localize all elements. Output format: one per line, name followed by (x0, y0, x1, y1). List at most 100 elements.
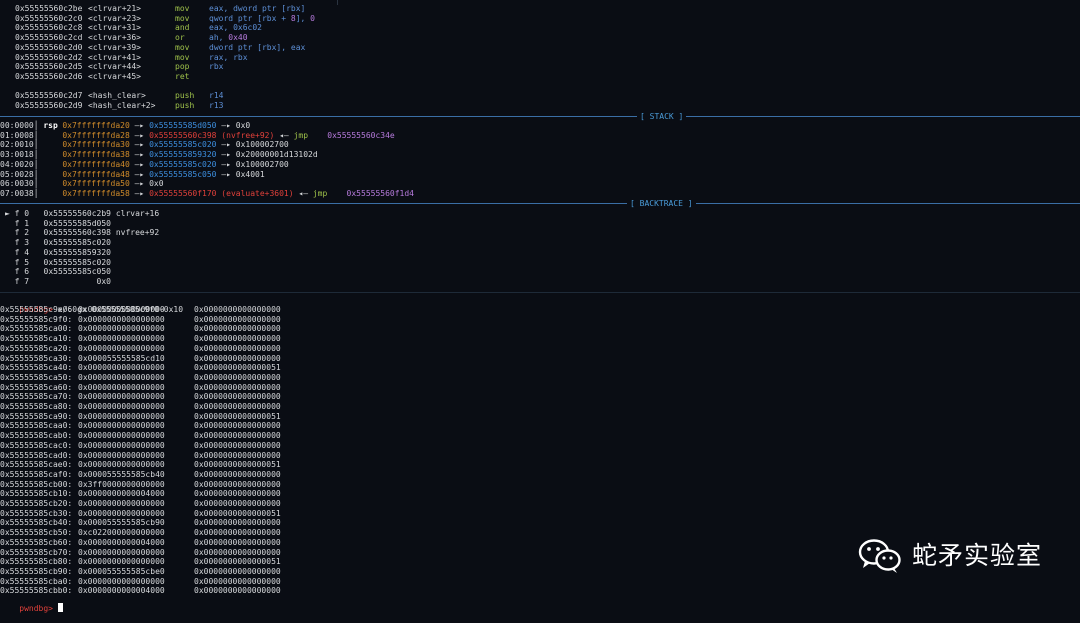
stack-divider: │ (33, 179, 44, 189)
disasm-operands: r13 (209, 101, 223, 111)
watermark: 蛇矛实验室 (858, 537, 1042, 575)
stack-offset: 01:0008 (0, 130, 34, 140)
disasm-operands: eax, dword ptr [rbx] (209, 4, 305, 14)
memory-word: 0x0000000000000000 (194, 450, 281, 460)
stack-jmp-target: 0x55555560c34e (327, 130, 395, 140)
memory-word: 0x0000000000000000 (194, 402, 281, 411)
stack-divider: │ (33, 150, 44, 160)
stack-register: rsp (43, 121, 58, 130)
operand: eax, 0x6c02 (209, 23, 262, 33)
memory-word: 0x0000000000000000 (194, 314, 281, 324)
frame-index: f 3 (14, 238, 30, 248)
disasm-operands: r14 (209, 91, 223, 101)
frame-index: f 2 (14, 228, 30, 238)
memory-word: 0x0000000000000000 (194, 305, 281, 314)
memory-word: 0x0000000000000000 (78, 421, 165, 431)
memory-address: 0x55555585ca70: (0, 392, 73, 402)
memory-word: 0x0000000000000000 (194, 382, 281, 392)
stack-jmp-target: 0x55555560f1d4 (346, 188, 414, 198)
memory-word: 0x0000000000000000 (78, 557, 165, 567)
disasm-mnemonic: mov (175, 42, 190, 52)
memory-word: 0x0000000000000000 (194, 440, 281, 450)
frame-address: 0x55555560c398 (43, 228, 111, 238)
memory-word: 0x0000000000000000 (194, 372, 281, 382)
stack-row: 00:0000│ rsp 0x7fffffffda20 —▸ 0x55555585… (0, 121, 250, 131)
memory-word: 0x0000000000000000 (78, 392, 165, 402)
stack-offset: 02:0010 (0, 140, 34, 150)
memory-address: 0x55555585c9f0: (0, 314, 73, 324)
stack-header: [ STACK ] (637, 112, 687, 122)
frame-symbol: clrvar+16 (115, 209, 160, 218)
disasm-address: 0x55555560c2d2 (15, 52, 83, 62)
prompt: pwndbg> (19, 603, 53, 613)
stack-divider: │ (33, 121, 44, 130)
stack-address: 0x7fffffffda28 (62, 130, 130, 140)
frame-index: f 4 (14, 247, 30, 257)
stack-value: 0x0 (149, 179, 164, 189)
arrow-left-icon: ◂— (293, 188, 313, 198)
disasm-operands: eax, 0x6c02 (209, 23, 262, 33)
memory-word: 0x000055555585cb90 (78, 518, 165, 528)
pane-divider (337, 0, 338, 5)
frame-address: 0x55555585c020 (43, 257, 111, 267)
arrow-icon: —▸ (216, 150, 236, 160)
memory-word: 0x0000000000000000 (78, 334, 165, 344)
frame-index: f 0 (14, 209, 30, 218)
disasm-mnemonic: pop (175, 62, 190, 72)
backtrace-separator (0, 203, 1080, 204)
memory-word: 0x0000000000000051 (194, 363, 281, 373)
stack-address: 0x7fffffffda40 (62, 159, 130, 169)
arrow-left-icon: ◂— (274, 130, 294, 140)
memory-word: 0x0000000000004000 (78, 586, 165, 596)
memory-address: 0x55555585ca50: (0, 372, 73, 382)
backtrace-row: f 1 0x55555585d050 (5, 219, 111, 229)
input-line[interactable]: pwndbg> (0, 593, 63, 613)
memory-address: 0x55555585cb00: (0, 479, 73, 489)
memory-word: 0x0000000000000051 (194, 557, 281, 567)
memory-address: 0x55555585cb80: (0, 557, 73, 567)
memory-word: 0x0000000000000000 (78, 576, 165, 586)
frame-index: f 7 (14, 276, 30, 286)
stack-separator (0, 116, 1080, 117)
memory-word: 0x0000000000000000 (78, 499, 165, 508)
memory-word: 0x0000000000000000 (78, 382, 165, 392)
memory-word: 0x000055555585cbe0 (78, 566, 165, 576)
disasm-mnemonic: mov (175, 13, 190, 23)
stack-register (43, 131, 62, 141)
stack-divider: │ (33, 159, 44, 169)
memory-address: 0x55555585ca20: (0, 343, 73, 353)
disasm-address: 0x55555560c2d6 (15, 71, 83, 81)
stack-value: 0x20000001d13102d (235, 150, 318, 160)
memory-address: 0x55555585cac0: (0, 440, 73, 450)
stack-value: 0x55555560c398 (nvfree+92) (149, 130, 275, 140)
memory-word: 0x0000000000000000 (194, 547, 281, 557)
arrow-icon: —▸ (129, 130, 150, 140)
memory-word: 0x0000000000000000 (194, 421, 281, 431)
operand: rbx (209, 62, 224, 72)
disasm-operands: rax, rbx (209, 53, 248, 63)
disasm-symbol: <hash_clear+2> (88, 101, 156, 110)
memory-word: 0x0000000000000000 (194, 334, 281, 344)
stack-jmp: jmp (312, 188, 328, 198)
frame-address: 0x55555585d050 (43, 218, 111, 228)
frame-address: 0x55555585c050 (43, 267, 111, 277)
stack-divider: │ (33, 169, 44, 179)
memory-word: 0x000055555585cd10 (78, 353, 165, 363)
disasm-symbol: <clrvar+23> (88, 13, 141, 23)
disasm-address: 0x55555560c2c8 (15, 23, 83, 33)
disasm-mnemonic: mov (175, 4, 190, 13)
memory-address: 0x55555585ca80: (0, 402, 73, 411)
terminal[interactable]: 0x55555560c2be <clrvar+21> mov eax, dword p… (0, 0, 1080, 613)
memory-word: 0x0000000000000000 (78, 402, 165, 411)
command-line: pwndbg> x/60gx 0x55555585c9f0-0x10 (0, 295, 183, 314)
disasm-symbol: <clrvar+41> (88, 52, 141, 62)
memory-address: 0x55555585ca90: (0, 411, 73, 421)
stack-value: 0x55555585d050 (149, 121, 217, 130)
frame-marker (5, 219, 15, 228)
memory-address: 0x55555585caa0: (0, 421, 73, 431)
memory-word: 0x0000000000000000 (78, 305, 165, 314)
disasm-address: 0x55555560c2cd (15, 33, 83, 43)
